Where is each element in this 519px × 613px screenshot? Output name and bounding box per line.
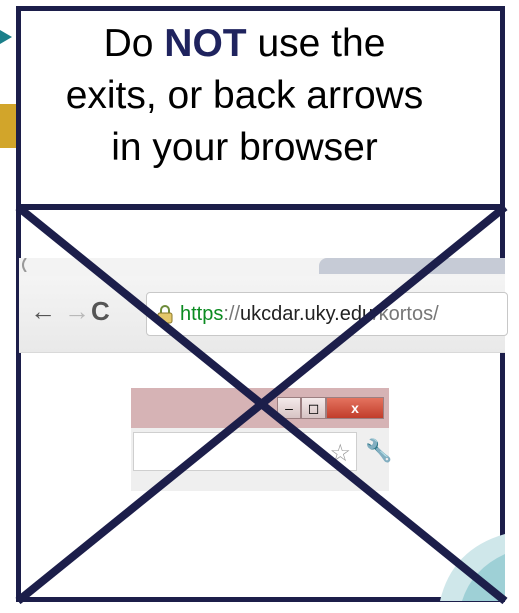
- cross-out-mark: [15, 203, 508, 605]
